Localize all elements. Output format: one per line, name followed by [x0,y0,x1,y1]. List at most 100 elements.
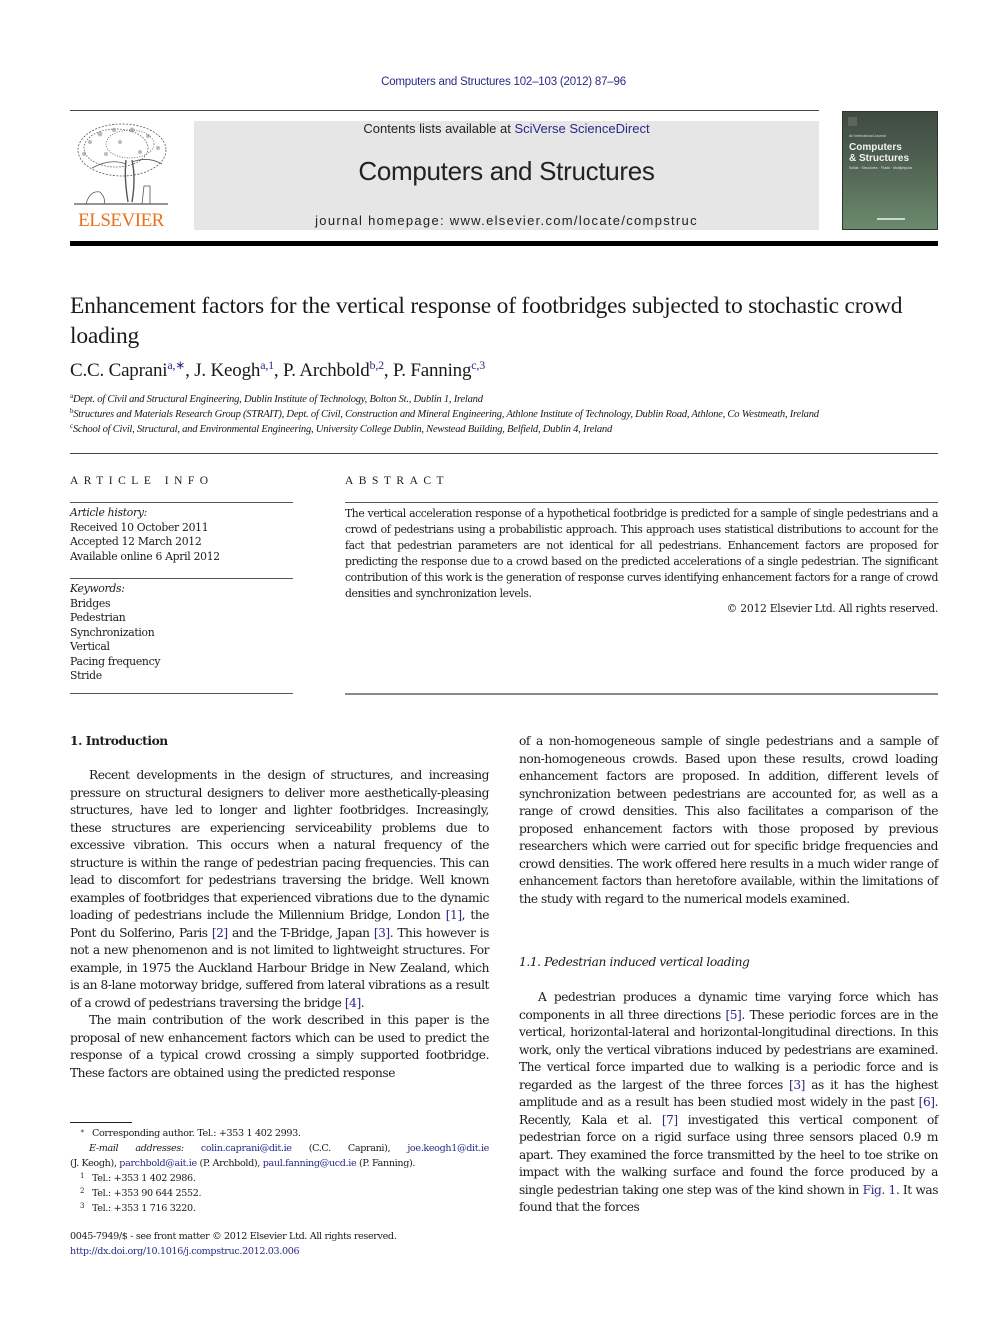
article-history: Article history: Received 10 October 201… [70,506,293,564]
cover-bottom-mark [877,218,905,220]
citation-link[interactable]: [1] [446,908,462,922]
author-affil-marker[interactable]: a,∗ [167,358,185,372]
keywords-label: Keywords: [70,582,125,595]
keywords: Keywords: Bridges Pedestrian Synchroniza… [70,582,293,684]
citation-link[interactable]: [6] [919,1095,935,1109]
footnote-text: Tel.: +353 1 716 3220. [92,1203,196,1214]
footnotes: ∗ Corresponding author. Tel.: +353 1 402 … [70,1126,489,1216]
subsection-heading-vertical-loading: 1.1. Pedestrian induced vertical loading [519,955,750,969]
section-heading-introduction: 1. Introduction [70,734,168,748]
history-online: Available online 6 April 2012 [70,549,220,563]
doi-link[interactable]: http://dx.doi.org/10.1016/j.compstruc.20… [70,1246,300,1257]
right-column-continuation: of a non-homogeneous sample of single pe… [519,733,938,908]
affiliation-a: aDept. of Civil and Structural Engineeri… [70,393,483,406]
footnote-phone-2: 2 Tel.: +353 90 644 2552. [80,1187,202,1200]
journal-cover-thumbnail[interactable]: An International Journal Computers & Str… [842,111,938,230]
front-matter-text: 0045-7949/$ - see front matter © 2012 El… [70,1231,397,1242]
affiliation-text: School of Civil, Structural, and Environ… [72,424,612,435]
cover-kicker: An International Journal [849,134,886,138]
journal-name: Computers and Structures [358,156,655,186]
header-top-rule [70,110,819,111]
email-link[interactable]: parchbold@ait.ie [119,1158,197,1169]
contents-prefix: Contents lists available at [363,121,515,136]
author-name: P. Fanning [393,360,472,381]
header-thick-rule [70,241,938,246]
author[interactable]: J. Keogha,1 [194,358,274,381]
author-list: C.C. Caprania,∗, J. Keogha,1, P. Archbol… [70,358,485,382]
email-link[interactable]: paul.fanning@ucd.ie [263,1158,357,1169]
elsevier-wordmark[interactable]: ELSEVIER [70,210,172,232]
citation-link[interactable]: [2] [212,926,228,940]
journal-citation-link[interactable]: Computers and Structures 102–103 (2012) … [0,76,992,88]
keyword: Stride [70,669,102,682]
abstract-heading: ABSTRACT [345,475,450,487]
author-affil-marker[interactable]: a,1 [260,358,274,372]
abstract-bottom-rule [345,693,938,695]
abstract-text: The vertical acceleration response of a … [345,507,938,600]
citation-link[interactable]: [3] [789,1078,805,1092]
front-matter: 0045-7949/$ - see front matter © 2012 El… [70,1229,397,1259]
subsection-paragraph-1: A pedestrian produces a dynamic time var… [519,990,939,1214]
author[interactable]: C.C. Caprania,∗ [70,358,185,381]
keyword: Bridges [70,596,111,610]
cover-publisher-logo-icon [848,117,857,126]
footnote-text: Corresponding author. Tel.: +353 1 402 2… [92,1128,301,1139]
citation-link[interactable]: [3] [374,926,390,940]
email-owner: (C.C. Caprani) [308,1143,388,1154]
footnote-text: Tel.: +353 90 644 2552. [92,1188,202,1199]
footnote-emails-continued: (J. Keogh), parchbold@ait.ie (P. Archbol… [70,1158,416,1169]
affiliation-rule [70,453,938,454]
citation-link[interactable]: [5] [725,1008,741,1022]
author-name: C.C. Caprani [70,360,168,381]
cover-title-line1: Computers [849,142,902,153]
author-affil-marker[interactable]: b,2 [370,358,385,372]
abstract-rule [345,502,938,503]
author[interactable]: P. Fanningc,3 [393,358,485,381]
history-received: Received 10 October 2011 [70,520,209,534]
footnote-text: Tel.: +353 1 402 2986. [92,1173,196,1184]
sciencedirect-link[interactable]: SciVerse ScienceDirect [514,121,649,136]
email-owner: (P. Fanning). [359,1158,416,1169]
article-title: Enhancement factors for the vertical res… [70,293,903,349]
citation-link[interactable]: Fig. 1 [863,1183,897,1197]
cover-title-line2: & Structures [849,153,910,164]
intro-paragraph-1: Recent developments in the design of str… [70,768,489,1010]
email-link[interactable]: joe.keogh1@dit.ie [407,1143,489,1154]
contents-availability-line: Contents lists available at SciVerse Sci… [194,121,819,136]
author-separator: , [273,360,284,381]
author-name: J. Keogh [194,360,261,381]
keyword: Vertical [70,640,110,653]
author-affil-marker[interactable]: c,3 [471,358,485,372]
affiliation-text: Dept. of Civil and Structural Engineerin… [72,394,483,405]
abstract-copyright: © 2012 Elsevier Ltd. All rights reserved… [726,602,939,615]
author-separator: , [185,360,195,381]
keyword: Pacing frequency [70,654,161,668]
footnote-emails: E-mail addresses: colin.caprani@dit.ie (… [89,1143,489,1154]
tree-icon [74,123,168,205]
affiliation-c: cSchool of Civil, Structural, and Enviro… [70,423,612,436]
footnote-corresponding: ∗ Corresponding author. Tel.: +353 1 402 … [80,1127,301,1140]
email-owner: (P. Archbold) [199,1158,258,1169]
footnote-phone-3: 3 Tel.: +353 1 716 3220. [80,1202,196,1215]
author[interactable]: P. Archboldb,2 [283,358,385,381]
journal-homepage-link[interactable]: journal homepage: www.elsevier.com/locat… [194,213,819,228]
affiliation-b: bStructures and Materials Research Group… [70,408,819,421]
email-link[interactable]: colin.caprani@dit.ie [201,1143,292,1154]
author-separator: , [383,360,394,381]
email-owner: (J. Keogh) [70,1158,114,1169]
intro-paragraph-2-continued: of a non-homogeneous sample of single pe… [519,734,938,906]
history-label: Article history: [70,506,147,519]
article-info-rule [70,502,293,503]
citation-link[interactable]: [4] [345,996,361,1010]
intro-paragraph-2: The main contribution of the work descri… [70,1013,489,1080]
citation-link[interactable]: [7] [662,1113,678,1127]
article-info-rule [70,578,293,579]
cover-title: Computers & Structures [849,142,909,164]
footnote-phone-1: 1 Tel.: +353 1 402 2986. [80,1172,196,1185]
keyword: Synchronization [70,625,155,639]
footnote-rule [70,1122,132,1123]
author-name: P. Archbold [283,360,370,381]
history-accepted: Accepted 12 March 2012 [70,535,202,548]
right-column-subsection: A pedestrian produces a dynamic time var… [519,989,938,1217]
article-info-rule [70,693,293,694]
